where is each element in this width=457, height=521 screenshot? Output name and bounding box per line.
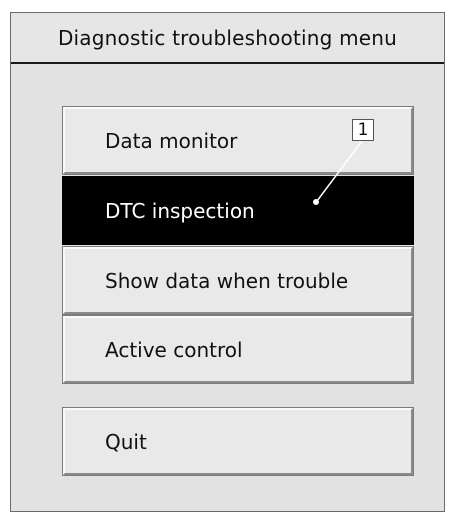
- callout-dot: [313, 199, 319, 205]
- callout-leader-line: [313, 140, 363, 205]
- callout-number-label: 1: [352, 119, 374, 141]
